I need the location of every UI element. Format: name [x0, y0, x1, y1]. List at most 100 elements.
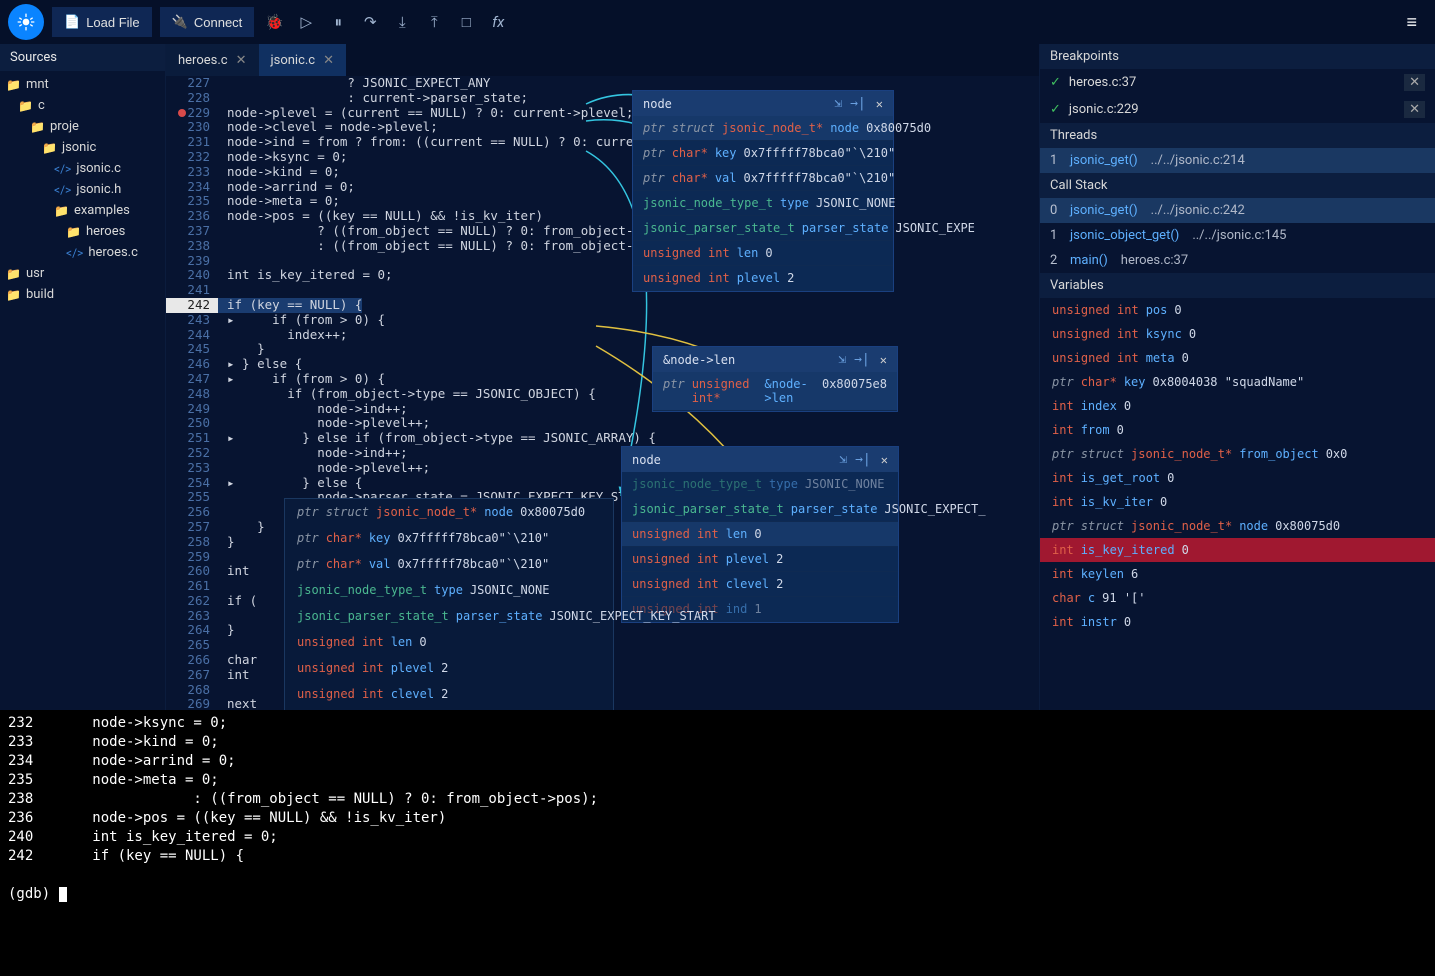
- folder-item[interactable]: 📁proje: [0, 116, 165, 137]
- watch-row[interactable]: ptrchar*key0x7fffff78bca0"`\210": [285, 525, 613, 551]
- watch-row[interactable]: unsigned intplevel2: [633, 266, 893, 291]
- code-line[interactable]: 240int is_key_itered = 0;: [166, 268, 1039, 283]
- breakpoint-item[interactable]: ✓jsonic.c:229✕: [1040, 96, 1435, 123]
- watch-row[interactable]: jsonic_node_type_ttypeJSONIC_NONE: [285, 577, 613, 603]
- line-number[interactable]: 238: [166, 239, 218, 254]
- line-number[interactable]: 232: [166, 150, 218, 165]
- close-icon[interactable]: ✕: [880, 353, 887, 367]
- goto-icon[interactable]: →|: [855, 452, 871, 467]
- code-line[interactable]: 241: [166, 283, 1039, 298]
- line-number[interactable]: 258: [166, 535, 218, 550]
- line-number[interactable]: 245: [166, 342, 218, 357]
- step-into-icon[interactable]: ⤓: [390, 10, 414, 34]
- line-number[interactable]: 228: [166, 91, 218, 106]
- code-line[interactable]: 227 ? JSONIC_EXPECT_ANY: [166, 76, 1039, 91]
- watch-row[interactable]: ptrstructjsonic_node_t*node0x80075d0: [285, 499, 613, 525]
- folder-item[interactable]: 📁usr: [0, 263, 165, 284]
- editor-tab[interactable]: heroes.c✕: [166, 44, 259, 76]
- watch-row[interactable]: jsonic_node_type_ttypeJSONIC_NONE: [622, 472, 898, 497]
- watch-row[interactable]: ptrchar*val0x7fffff78bca0"`\210": [633, 166, 893, 191]
- line-number[interactable]: 247: [166, 372, 218, 387]
- code-line[interactable]: 229node->plevel = (current == NULL) ? 0:…: [166, 106, 1039, 121]
- line-number[interactable]: 252: [166, 446, 218, 461]
- terminal[interactable]: 232 node->ksync = 0; 233 node->kind = 0;…: [0, 710, 1435, 976]
- line-number[interactable]: 263: [166, 609, 218, 624]
- code-line[interactable]: 239: [166, 254, 1039, 269]
- variable-row[interactable]: unsigned intksync0: [1040, 322, 1435, 346]
- close-icon[interactable]: ✕: [323, 53, 334, 68]
- line-number[interactable]: 264: [166, 623, 218, 638]
- code-line[interactable]: 245 }: [166, 342, 1039, 357]
- watch-row[interactable]: unsigned intplevel2: [285, 655, 613, 681]
- line-number[interactable]: 240: [166, 268, 218, 283]
- code-line[interactable]: 246▸ } else {: [166, 357, 1039, 372]
- line-number[interactable]: 230: [166, 120, 218, 135]
- watch-row[interactable]: unsigned intlen0: [285, 629, 613, 655]
- variable-row[interactable]: intkeylen6: [1040, 562, 1435, 586]
- thread-item[interactable]: 1jsonic_get()../../jsonic.c:214: [1040, 148, 1435, 173]
- line-number[interactable]: 231: [166, 135, 218, 150]
- line-number[interactable]: 248: [166, 387, 218, 402]
- goto-icon[interactable]: →|: [854, 352, 870, 367]
- variable-row[interactable]: intfrom0: [1040, 418, 1435, 442]
- menu-icon[interactable]: ≡: [1396, 12, 1427, 33]
- check-icon[interactable]: ✓: [1050, 102, 1061, 117]
- watch-panel-node-2[interactable]: node ⇲ →| ✕ jsonic_node_type_ttypeJSONIC…: [621, 446, 899, 623]
- line-number[interactable]: 237: [166, 224, 218, 239]
- line-number[interactable]: 235: [166, 194, 218, 209]
- delete-icon[interactable]: ✕: [1404, 101, 1425, 118]
- popout-icon[interactable]: ⇲: [839, 452, 847, 467]
- load-file-button[interactable]: 📄 Load File: [52, 7, 152, 37]
- code-line[interactable]: 235node->meta = 0;: [166, 194, 1039, 209]
- pause-icon[interactable]: ⏸: [326, 10, 350, 34]
- code-line[interactable]: 253 node->plevel++;: [166, 461, 1039, 476]
- watch-row[interactable]: unsigned intlen0: [633, 241, 893, 266]
- folder-item[interactable]: 📁examples: [0, 200, 165, 221]
- step-out-icon[interactable]: ⤒: [422, 10, 446, 34]
- callstack-item[interactable]: 2main()heroes.c:37: [1040, 248, 1435, 273]
- code-line[interactable]: 238 : ((from_object == NULL) ? 0: from_o…: [166, 239, 1039, 254]
- code-line[interactable]: 228 : current->parser_state;: [166, 91, 1039, 106]
- breakpoint-item[interactable]: ✓heroes.c:37✕: [1040, 69, 1435, 96]
- code-line[interactable]: 243▸ if (from > 0) {: [166, 313, 1039, 328]
- watch-row[interactable]: jsonic_node_type_ttypeJSONIC_NONE: [633, 191, 893, 216]
- line-number[interactable]: 254: [166, 476, 218, 491]
- line-number[interactable]: 260: [166, 564, 218, 579]
- code-line[interactable]: 247▸ if (from > 0) {: [166, 372, 1039, 387]
- popout-icon[interactable]: ⇲: [834, 96, 842, 111]
- editor-tab[interactable]: jsonic.c✕: [259, 44, 347, 76]
- line-number[interactable]: 255: [166, 490, 218, 505]
- line-number[interactable]: 227: [166, 76, 218, 91]
- watch-panel-node-1[interactable]: node ⇲ →| ✕ ptrstructjsonic_node_t*node0…: [632, 90, 894, 292]
- watch-row[interactable]: jsonic_parser_state_tparser_stateJSONIC_…: [622, 497, 898, 522]
- watch-row[interactable]: ptrchar*key0x7fffff78bca0"`\210": [633, 141, 893, 166]
- variable-row[interactable]: intis_key_itered0: [1040, 538, 1435, 562]
- line-number[interactable]: 239: [166, 254, 218, 269]
- line-number[interactable]: 244: [166, 328, 218, 343]
- step-over-icon[interactable]: ↷: [358, 10, 382, 34]
- variable-row[interactable]: charc91 '[': [1040, 586, 1435, 610]
- close-icon[interactable]: ✕: [876, 97, 883, 111]
- variable-row[interactable]: ptrstructjsonic_node_t*node0x80075d0: [1040, 514, 1435, 538]
- watch-row[interactable]: unsigned intplevel2: [622, 547, 898, 572]
- watch-row[interactable]: ptrunsigned int*&node->len0x80075e8: [653, 372, 897, 411]
- file-item[interactable]: </>jsonic.h: [0, 179, 165, 200]
- line-number[interactable]: 266: [166, 653, 218, 668]
- line-number[interactable]: 261: [166, 579, 218, 594]
- variable-row[interactable]: unsigned intpos0: [1040, 298, 1435, 322]
- line-number[interactable]: 256: [166, 505, 218, 520]
- callstack-item[interactable]: 1jsonic_object_get()../../jsonic.c:145: [1040, 223, 1435, 248]
- variable-row[interactable]: ptrchar*key0x8004038 "squadName": [1040, 370, 1435, 394]
- code-line[interactable]: 250 node->plevel++;: [166, 416, 1039, 431]
- watch-row[interactable]: unsigned intclevel2: [285, 681, 613, 707]
- line-number[interactable]: 267: [166, 668, 218, 683]
- watch-panel-nodelen[interactable]: &node->len ⇲ →| ✕ ptrunsigned int*&node-…: [652, 346, 898, 412]
- line-number[interactable]: 234: [166, 180, 218, 195]
- file-item[interactable]: </>heroes.c: [0, 242, 165, 263]
- connect-button[interactable]: 🔌 Connect: [160, 7, 255, 37]
- code-line[interactable]: 232node->ksync = 0;: [166, 150, 1039, 165]
- line-number[interactable]: 251: [166, 431, 218, 446]
- line-number[interactable]: 253: [166, 461, 218, 476]
- line-number[interactable]: 233: [166, 165, 218, 180]
- line-number[interactable]: 269: [166, 697, 218, 710]
